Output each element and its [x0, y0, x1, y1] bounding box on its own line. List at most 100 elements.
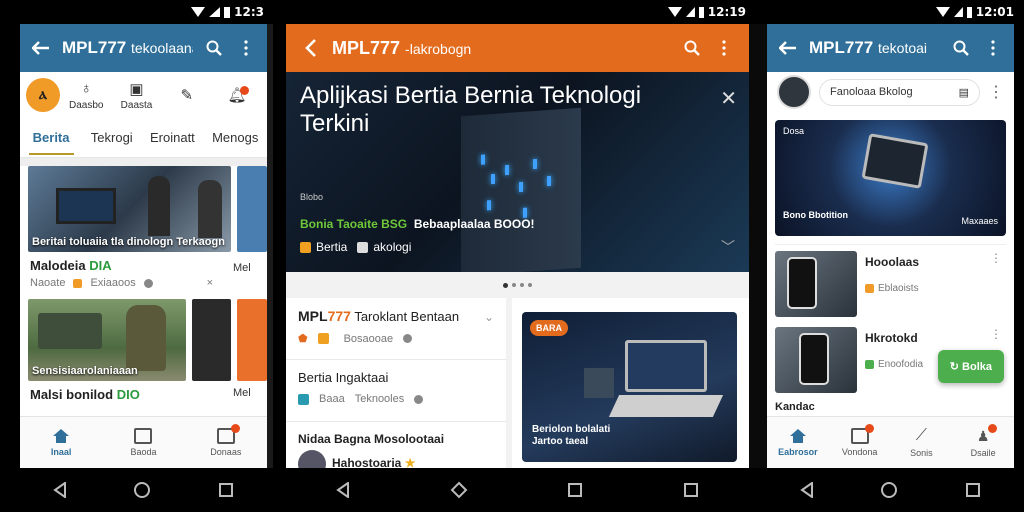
tab-berita[interactable]: Berita: [28, 120, 74, 155]
status-bar-1: 12:3: [190, 0, 264, 24]
shield-icon: ⬟: [298, 333, 308, 345]
news-title-2[interactable]: Malsi bonilod DIO: [20, 381, 233, 402]
notification-badge: [864, 424, 874, 433]
news-image-side[interactable]: [237, 299, 267, 381]
bottom-nav-4[interactable]: ♟ Dsaile: [953, 423, 1013, 458]
close-icon[interactable]: ×: [207, 277, 213, 289]
nav-home-icon[interactable]: [450, 481, 468, 499]
back-arrow-icon[interactable]: [30, 37, 52, 59]
list-item[interactable]: Nidaa Bagna Mosolootaai Hahostoaria ★ ›: [286, 422, 506, 468]
notification-badge: [988, 423, 998, 433]
quick-action-2[interactable]: ▣ Daasta: [113, 80, 161, 111]
bottom-nav-home[interactable]: Inaal: [31, 428, 91, 457]
app-title-sub: tekoolaanaon: [130, 40, 193, 56]
pager-dot[interactable]: [503, 282, 508, 288]
phone-graphic: [787, 257, 817, 309]
nav-recents-icon[interactable]: [965, 482, 981, 498]
side-title: Mel: [233, 262, 251, 274]
more-vert-icon[interactable]: ⋮: [990, 251, 1002, 265]
news-image-3[interactable]: [191, 299, 232, 381]
more-vert-icon[interactable]: ⋮: [990, 327, 1002, 341]
list-item-title: Hooolaas: [865, 255, 920, 269]
hero-banner[interactable]: Aplijkasi Bertia Bernia Teknologi Terkin…: [286, 72, 749, 272]
battery-icon: [966, 6, 972, 18]
pager-dot[interactable]: [520, 283, 524, 287]
card-icon: ▣: [129, 80, 144, 98]
pager-dot[interactable]: [512, 283, 516, 287]
back-arrow-icon[interactable]: [777, 37, 799, 59]
tab-teknologi[interactable]: Tekrogi: [91, 130, 133, 145]
bottom-nav-3[interactable]: ⟋ Sonis: [891, 427, 951, 458]
list-item[interactable]: Hooolaas Eblaoists ⋮: [775, 245, 1006, 321]
signal-icon: [686, 7, 695, 17]
nav-back-icon[interactable]: [53, 482, 67, 498]
news-image-side[interactable]: [237, 166, 267, 252]
tag-berita[interactable]: Bertia: [300, 240, 347, 254]
featured-card[interactable]: BARA Beriolon bolalati Jartoo taeal: [512, 298, 749, 468]
avatar[interactable]: [777, 75, 811, 109]
message-icon: ▤: [958, 86, 969, 99]
news-title-1[interactable]: Malodeia DIA: [20, 252, 233, 273]
nav-recents-icon[interactable]: [218, 482, 234, 498]
meta-text: Eblaoists: [878, 283, 919, 294]
tab-4[interactable]: Menogs: [212, 130, 258, 145]
quick-action-1[interactable]: ♁ Daasbo: [62, 80, 110, 111]
bottom-nav-label: Inaal: [50, 447, 72, 457]
bottom-nav-2[interactable]: Vondona: [830, 424, 890, 457]
news-card-row-1: Beritai toluaiia tla dinologn Terkaogn: [20, 166, 267, 252]
news-image-2[interactable]: Sensisiaarolaniaaan: [28, 299, 186, 381]
bookmark-icon[interactable]: [403, 334, 413, 343]
pager-dot[interactable]: [528, 283, 532, 287]
meta-text: Enoofodia: [878, 359, 924, 370]
nav-home-icon[interactable]: [880, 481, 898, 499]
list-item[interactable]: Bertia Ingaktaai Baaa Teknooles: [286, 360, 506, 422]
close-icon[interactable]: ✕: [720, 86, 737, 111]
nav-back-icon[interactable]: [336, 482, 350, 498]
back-chevron-icon[interactable]: [300, 37, 322, 59]
clock: 12:19: [707, 5, 746, 19]
list-item[interactable]: MPL777 Taroklant Bentaan ⬟ Bosaooae ⌄: [286, 298, 506, 360]
featured-banner[interactable]: Dosa Bono Bbotition Maxaaes: [775, 120, 1006, 236]
app-title-main: MPL777: [809, 38, 874, 57]
more-vert-icon[interactable]: [982, 37, 1004, 59]
meta-text: Baaa: [319, 393, 345, 405]
list-thumb: [775, 251, 857, 317]
bottom-nav-2[interactable]: Baoda: [113, 428, 173, 457]
search-icon[interactable]: [203, 37, 225, 59]
news-image-1[interactable]: Beritai toluaiia tla dinologn Terkaogn: [28, 166, 232, 252]
banner-label: Dosa: [783, 126, 805, 136]
chevron-down-icon[interactable]: ﹀: [721, 237, 735, 257]
more-vert-icon[interactable]: [235, 37, 257, 59]
fab-label: Bolka: [962, 361, 992, 373]
bottom-nav-home[interactable]: Eabrosor: [768, 428, 828, 457]
news-caption: Sensisiaarolaniaaan: [32, 365, 138, 377]
search-icon[interactable]: [950, 37, 972, 59]
bottom-nav-3[interactable]: Donaas: [196, 424, 256, 457]
nav-recents-icon[interactable]: [567, 482, 583, 498]
quick-action-4[interactable]: 🔔︎: [213, 86, 261, 104]
more-vert-icon[interactable]: [713, 37, 735, 59]
bookmark-icon[interactable]: [143, 278, 153, 288]
search-icon[interactable]: [681, 37, 703, 59]
list-item-title-text: Taroklant Bentaan: [354, 309, 460, 324]
list-item-title: MPL777 Taroklant Bentaan: [298, 308, 494, 324]
more-vert-icon[interactable]: ⋮: [988, 82, 1004, 102]
tag-icon: [317, 333, 329, 344]
profile-chip[interactable]: Fanoloaa Bkolog ▤: [819, 78, 980, 106]
nav-home-icon[interactable]: [133, 481, 151, 499]
hero-title: Aplijkasi Bertia Bernia Teknologi Terkin…: [300, 82, 642, 137]
bookmark-icon[interactable]: [414, 394, 424, 404]
tag-teknologi[interactable]: akologi: [357, 240, 411, 254]
app-title-sub: -lakrobogn: [405, 40, 472, 57]
floating-action-button[interactable]: ↻ Bolka: [937, 350, 1004, 383]
quick-action-3[interactable]: ✎: [163, 86, 211, 104]
nav-recents-icon[interactable]: [683, 482, 699, 498]
user-avatar[interactable]: ⲁ: [26, 78, 60, 112]
tab-3[interactable]: Eroinatt: [150, 130, 195, 145]
tag-label: Bertia: [316, 240, 348, 254]
phone-bezel: [267, 24, 273, 468]
nav-back-icon[interactable]: [800, 482, 814, 498]
avatar: [298, 450, 326, 468]
person-icon: ♁: [80, 79, 92, 97]
chevron-down-icon[interactable]: ⌄: [484, 310, 494, 324]
